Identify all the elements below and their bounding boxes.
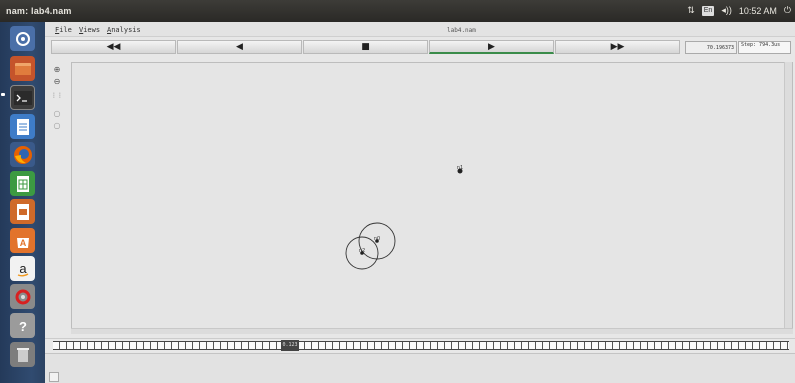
playback-controls: ◀◀ ◀ ■ ▶ ▶▶ 70.196373 Step: 794.3us [45, 38, 795, 57]
node-n1[interactable]: n1 [457, 165, 463, 174]
trash-icon[interactable] [10, 342, 35, 367]
node-n2[interactable]: n2 [345, 236, 379, 270]
stop-button[interactable]: ■ [303, 40, 428, 54]
step-size-field[interactable]: Step: 794.3us [738, 41, 791, 54]
nam-window: File Views Analysis lab4.nam ◀◀ ◀ ■ ▶ ▶▶… [45, 22, 795, 383]
zoom-out-icon[interactable]: ⊖ [51, 77, 63, 87]
views-menu[interactable]: Views [79, 26, 100, 34]
system-settings-icon[interactable] [10, 284, 35, 309]
network-icon[interactable]: ⇅ [687, 5, 695, 16]
spreadsheet-icon[interactable] [10, 171, 35, 196]
zoom-in-icon[interactable]: ⊕ [51, 65, 63, 75]
timeline-marker[interactable]: 0.123 [281, 340, 299, 351]
node-n0-label: n0 [374, 236, 380, 242]
software-center-icon[interactable]: A [10, 228, 35, 253]
trace-filename: lab4.nam [447, 27, 476, 34]
fast-forward-button[interactable]: ▶▶ [555, 40, 680, 54]
clock[interactable]: 10:52 AM [739, 6, 777, 16]
play-button[interactable]: ▶ [429, 40, 554, 54]
horizontal-scrollbar[interactable] [71, 328, 793, 334]
rewind-button[interactable]: ◀◀ [51, 40, 176, 54]
monitor-icon[interactable]: ○ [51, 121, 63, 131]
timeline-ticks [53, 341, 789, 350]
power-icon[interactable]: ⏻ [784, 5, 791, 16]
analysis-menu[interactable]: Analysis [107, 26, 141, 34]
backward-button[interactable]: ◀ [177, 40, 302, 54]
presentation-icon[interactable] [10, 199, 35, 224]
text-editor-icon[interactable] [10, 114, 35, 139]
edit-icon[interactable]: ○ [51, 109, 63, 119]
view-icon[interactable]: ⋮⋮ [51, 91, 63, 101]
svg-text:a: a [19, 261, 27, 276]
svg-text:?: ? [19, 319, 27, 334]
running-indicator [1, 93, 5, 96]
simulation-time-display: 70.196373 [685, 41, 737, 54]
svg-text:A: A [19, 238, 26, 248]
animation-canvas[interactable]: n1 n0 n2 [71, 62, 793, 329]
system-tray: ⇅ En ◂)) 10:52 AM ⏻ [687, 5, 791, 16]
launcher: A a ? [0, 22, 45, 383]
monitor-panel [45, 353, 795, 383]
dash-home-icon[interactable] [10, 26, 35, 51]
zoom-toolbar: ⊕ ⊖ ⋮⋮ ○ ○ [51, 65, 63, 145]
node-n1-label: n1 [457, 165, 463, 171]
vertical-scrollbar[interactable] [784, 62, 792, 329]
timeline-slider[interactable]: 0.123 [45, 338, 795, 352]
keyboard-indicator[interactable]: En [701, 5, 715, 16]
window-title: nam: lab4.nam [6, 6, 72, 16]
top-panel: nam: lab4.nam ⇅ En ◂)) 10:52 AM ⏻ [0, 0, 795, 22]
amazon-icon[interactable]: a [10, 256, 35, 281]
firefox-icon[interactable] [10, 142, 35, 167]
volume-icon[interactable]: ◂)) [721, 5, 732, 16]
file-menu[interactable]: File [55, 26, 72, 34]
terminal-icon[interactable] [10, 85, 35, 110]
monitor-toggle[interactable] [49, 372, 59, 382]
files-icon[interactable] [10, 56, 35, 81]
help-icon[interactable]: ? [10, 313, 35, 338]
menu-bar: File Views Analysis lab4.nam [45, 22, 795, 37]
node-n2-label: n2 [359, 248, 365, 254]
